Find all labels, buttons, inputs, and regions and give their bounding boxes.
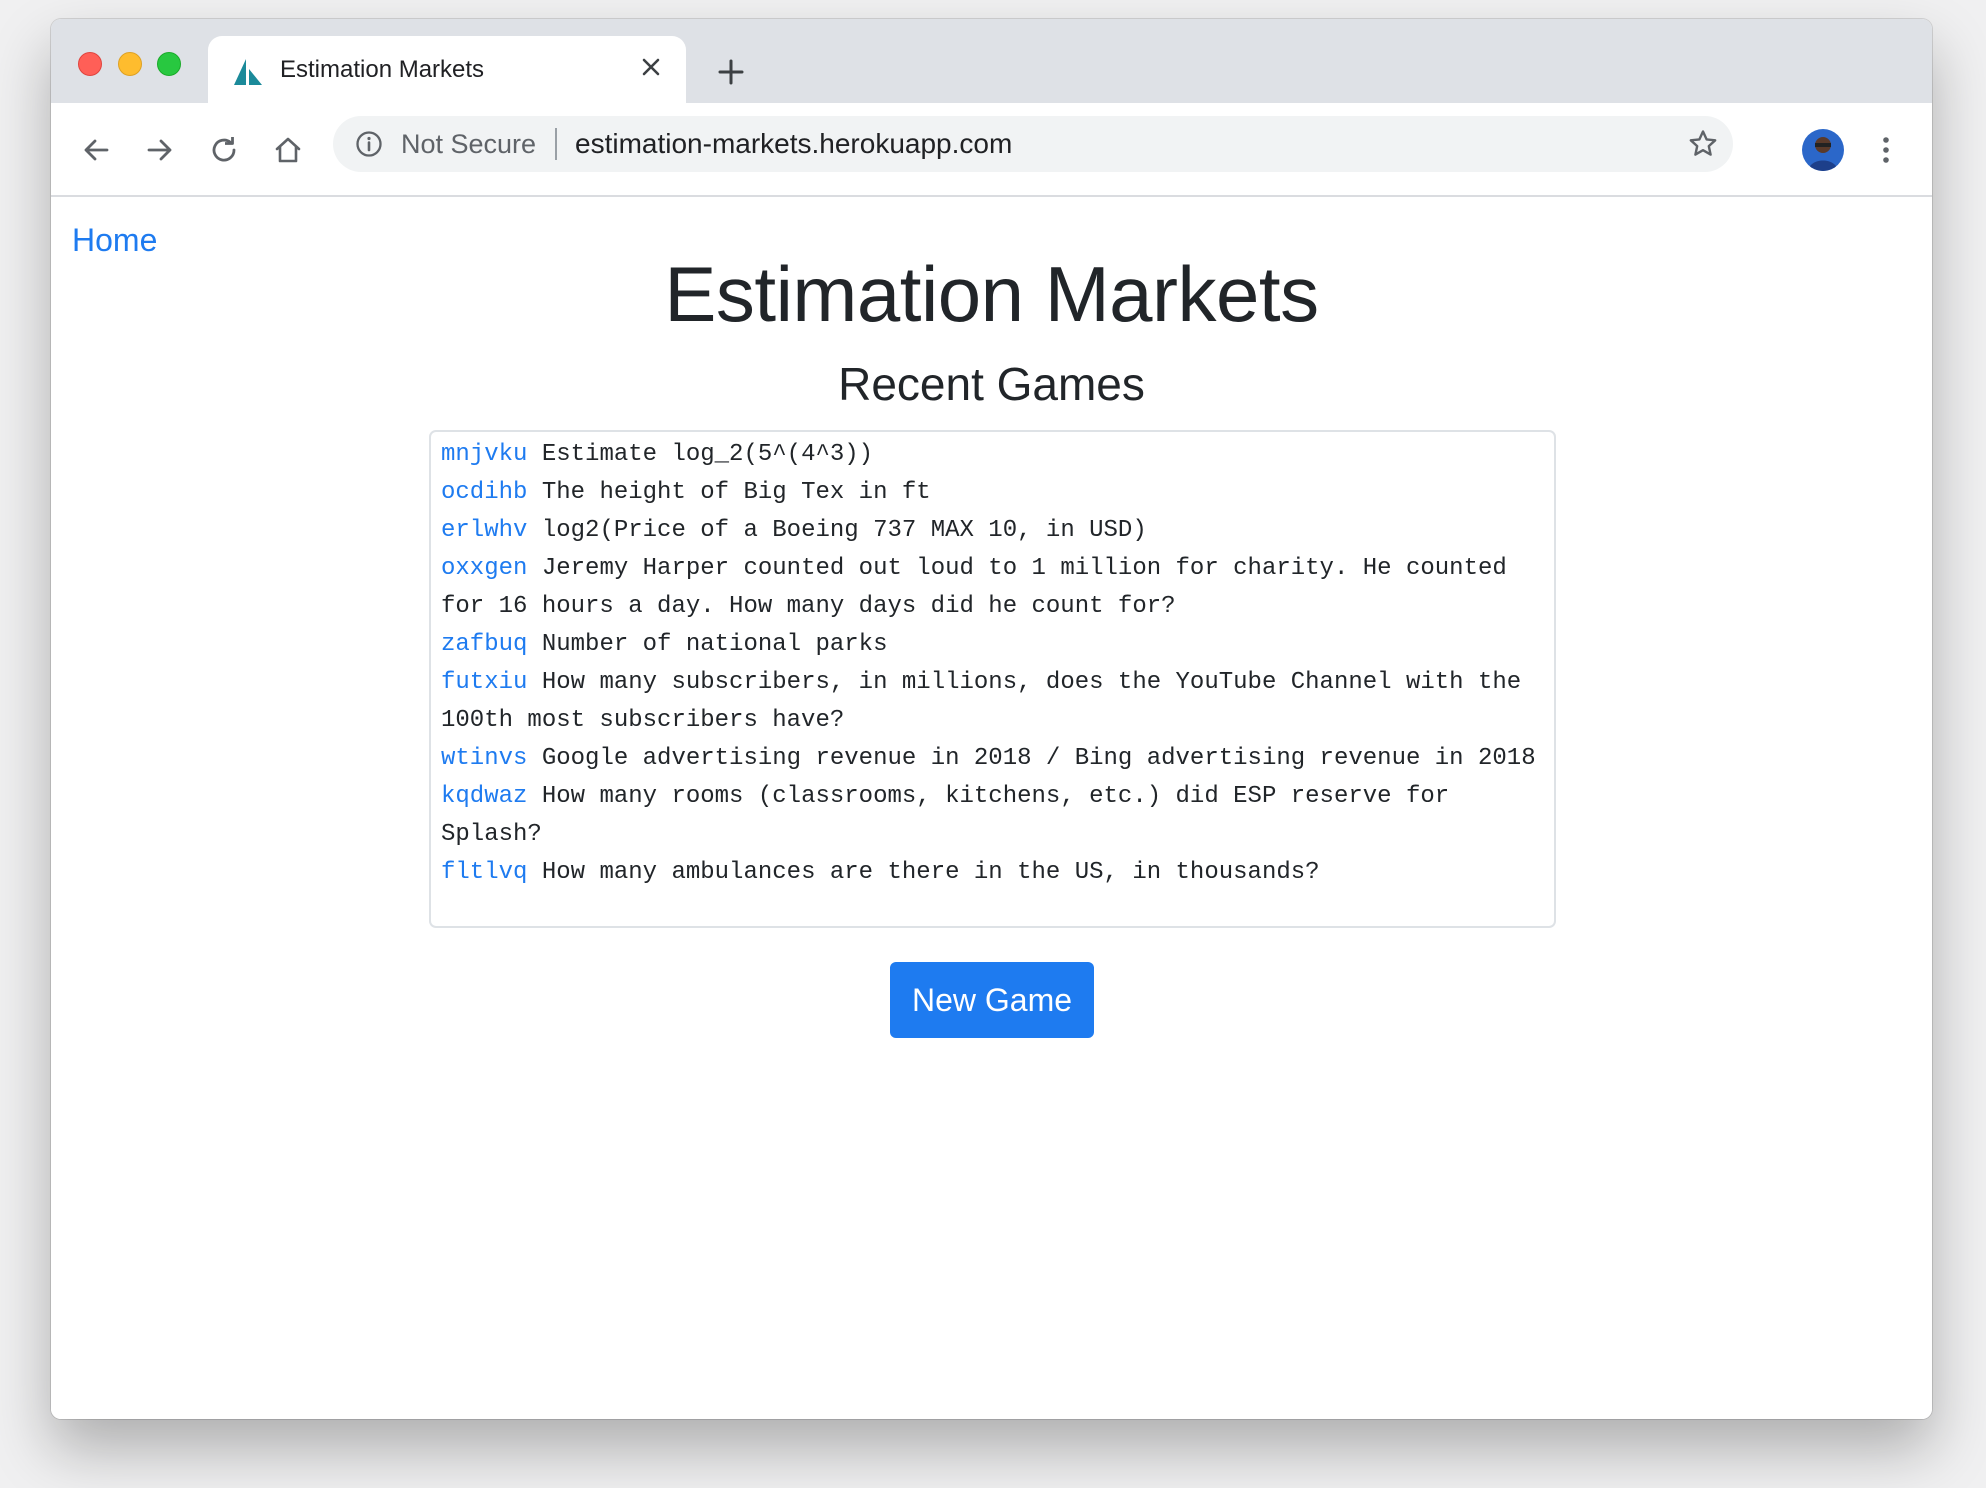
bookmark-star-icon[interactable] [1687,128,1719,160]
minimize-window-button[interactable] [118,52,142,76]
game-row: ocdihb The height of Big Tex in ft [441,474,1544,512]
game-link[interactable]: fltlvq [441,859,527,886]
tab-title: Estimation Markets [280,56,485,83]
security-label: Not Secure [401,129,537,159]
omnibox-divider [555,128,557,160]
address-bar[interactable]: Not Secure estimation-markets.herokuapp.… [333,116,1733,172]
game-question: How many ambulances are there in the US,… [541,859,1320,886]
game-link[interactable]: zafbuq [441,631,527,658]
new-game-button[interactable]: New Game [890,962,1094,1038]
game-link[interactable]: wtinvs [441,745,527,772]
game-link[interactable]: ocdihb [441,479,527,506]
tab-strip: Estimation Markets [51,19,1932,103]
maximize-window-button[interactable] [157,52,181,76]
reload-icon[interactable] [201,127,247,173]
sail-favicon-icon [234,59,262,85]
game-row: wtinvs Google advertising revenue in 201… [441,740,1544,778]
recent-games-heading: Recent Games [838,358,1145,410]
recent-games-list: mnjvku Estimate log_2(5^(4^3)) ocdihb Th… [429,430,1556,928]
new-tab-icon[interactable] [711,52,751,92]
forward-arrow-icon[interactable] [137,127,183,173]
game-row: erlwhv log2(Price of a Boeing 737 MAX 10… [441,512,1544,550]
game-link[interactable]: kqdwaz [441,783,527,810]
game-question: The height of Big Tex in ft [541,479,931,506]
more-options-icon[interactable] [1863,127,1909,173]
game-row: futxiu How many subscribers, in millions… [441,664,1544,740]
close-tab-icon[interactable] [636,52,666,82]
page-title: Estimation Markets [664,250,1319,338]
info-icon[interactable] [355,130,383,158]
game-question: Estimate log_2(5^(4^3)) [541,441,874,468]
game-question: How many subscribers, in millions, does … [441,669,1522,734]
url-text[interactable]: estimation-markets.herokuapp.com [575,128,1012,160]
close-window-button[interactable] [78,52,102,76]
game-link[interactable]: erlwhv [441,517,527,544]
game-row: zafbuq Number of national parks [441,626,1544,664]
game-row: fltlvq How many ambulances are there in … [441,854,1544,892]
game-row: mnjvku Estimate log_2(5^(4^3)) [441,436,1544,474]
browser-window: Estimation Markets Not Secure estimation… [51,19,1932,1419]
game-row: oxxgen Jeremy Harper counted out loud to… [441,550,1544,626]
game-question: How many rooms (classrooms, kitchens, et… [441,783,1450,848]
game-question: log2(Price of a Boeing 737 MAX 10, in US… [541,517,1147,544]
game-link[interactable]: mnjvku [441,441,527,468]
browser-toolbar: Not Secure estimation-markets.herokuapp.… [51,103,1932,197]
game-question: Jeremy Harper counted out loud to 1 mill… [441,555,1507,620]
game-link[interactable]: oxxgen [441,555,527,582]
game-row: kqdwaz How many rooms (classrooms, kitch… [441,778,1544,854]
page-content: Home Estimation Markets Recent Games mnj… [51,197,1932,1419]
game-link[interactable]: futxiu [441,669,527,696]
home-icon[interactable] [265,127,311,173]
game-question: Number of national parks [541,631,888,658]
profile-avatar[interactable] [1802,129,1844,171]
back-arrow-icon[interactable] [73,127,119,173]
game-question: Google advertising revenue in 2018 / Bin… [541,745,1536,772]
tab-estimation-markets[interactable]: Estimation Markets [208,36,686,103]
